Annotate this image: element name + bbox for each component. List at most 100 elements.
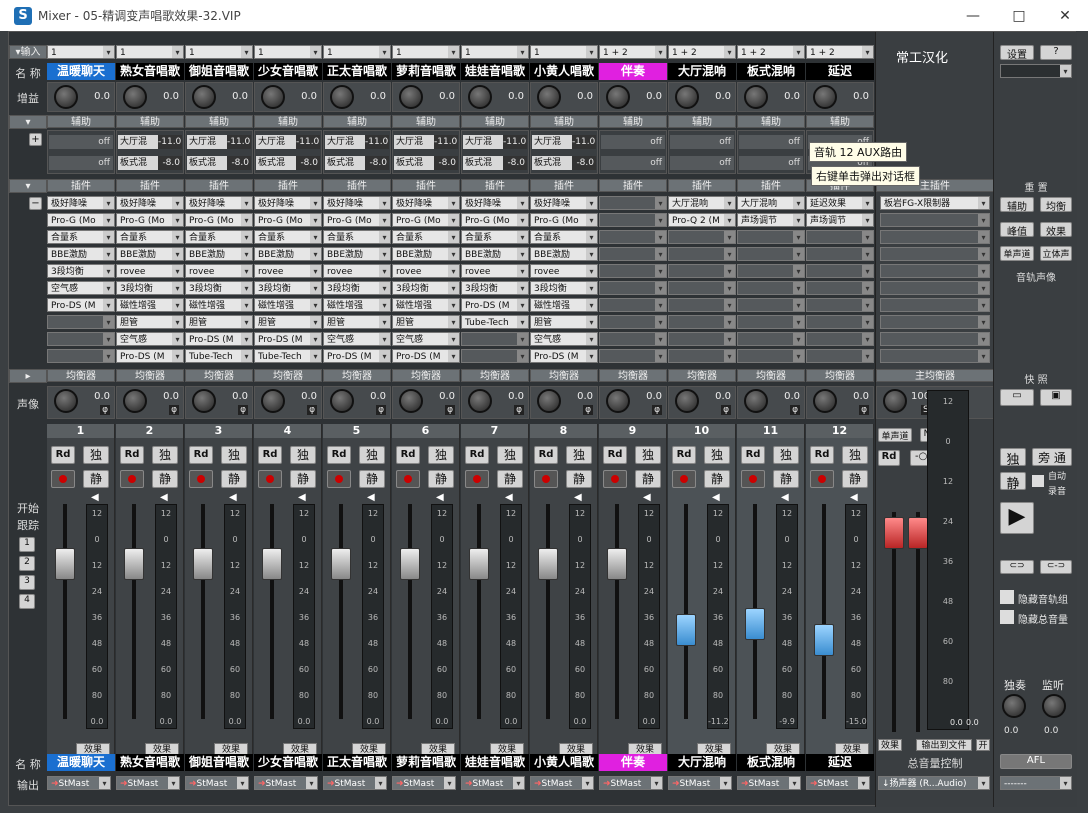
phase-icon[interactable]: φ	[721, 405, 731, 415]
output-select[interactable]: ➜StMast	[530, 776, 594, 790]
plugin-slot-9[interactable]: Pro-DS (M	[254, 332, 322, 346]
plugin-slot-2[interactable]: Pro-G (Mo	[116, 213, 184, 227]
input-select[interactable]: 1 + 2	[806, 45, 874, 59]
input-label[interactable]: ▾输入	[9, 45, 47, 59]
close-button[interactable]: ✕	[1042, 0, 1088, 31]
plugin-slot-6[interactable]	[668, 281, 736, 295]
output-select[interactable]: ➜StMast	[254, 776, 318, 790]
plugin-slot-5[interactable]: rovee	[323, 264, 391, 278]
plugin-slot-6[interactable]: 空气感	[47, 281, 115, 295]
record-arm-button[interactable]	[672, 470, 696, 488]
plugin-slot-2[interactable]: 声场调节	[806, 213, 874, 227]
plugin-slot-1[interactable]: 极好降噪	[392, 196, 460, 210]
follow-button-4[interactable]: 4	[19, 594, 35, 609]
gain-knob[interactable]	[468, 85, 492, 109]
input-select[interactable]: 1	[185, 45, 253, 59]
plugin-slot-5[interactable]	[668, 264, 736, 278]
plugin-slot-6[interactable]: 3段均衡	[323, 281, 391, 295]
plugin-slot-8[interactable]	[806, 315, 874, 329]
output-to-file-button[interactable]: 输出到文件	[916, 739, 972, 751]
plugin-slot-3[interactable]	[806, 230, 874, 244]
input-select[interactable]: 1	[254, 45, 322, 59]
plugin-slot-1[interactable]: 极好降噪	[47, 196, 115, 210]
pan-knob[interactable]	[192, 389, 216, 413]
plugin-slot-8[interactable]	[47, 315, 115, 329]
plugin-slot-4[interactable]	[806, 247, 874, 261]
solo-button[interactable]: 独	[704, 446, 730, 464]
solo-button[interactable]: 独	[152, 446, 178, 464]
mute-button[interactable]: 静	[221, 470, 247, 488]
output-select[interactable]: ➜StMast	[806, 776, 870, 790]
fader-cap[interactable]	[469, 548, 489, 580]
collapse-plugin-button[interactable]: −	[29, 197, 42, 210]
plugin-slot-5[interactable]	[599, 264, 667, 278]
pan-knob[interactable]	[123, 389, 147, 413]
fader-cap[interactable]	[331, 548, 351, 580]
aux-send-2[interactable]: off	[670, 153, 734, 173]
plugin-slot-10[interactable]: Pro-DS (M	[530, 349, 598, 363]
output-select[interactable]: ➜StMast	[461, 776, 525, 790]
plugin-slot-9[interactable]	[461, 332, 529, 346]
settings-button[interactable]: 设置	[1000, 45, 1034, 61]
pan-knob[interactable]	[54, 389, 78, 413]
mute-button[interactable]: 静	[290, 470, 316, 488]
solo-button[interactable]: 独	[290, 446, 316, 464]
rd-button[interactable]: Rd	[741, 446, 765, 464]
plugin-slot-8[interactable]: 胆管	[323, 315, 391, 329]
record-arm-button[interactable]	[327, 470, 351, 488]
plugin-slot-5[interactable]: rovee	[461, 264, 529, 278]
pan-knob[interactable]	[468, 389, 492, 413]
channel-name[interactable]: 少女音唱歌	[254, 63, 322, 80]
plugin-slot-9[interactable]: 空气感	[392, 332, 460, 346]
plugin-slot-8[interactable]	[737, 315, 805, 329]
gain-knob[interactable]	[744, 85, 768, 109]
monitor-knob[interactable]	[1042, 694, 1066, 718]
plugin-slot-5[interactable]: rovee	[185, 264, 253, 278]
plugin-slot-9[interactable]: 空气感	[323, 332, 391, 346]
plugin-slot-10[interactable]	[737, 349, 805, 363]
maximize-button[interactable]: □	[996, 0, 1042, 31]
output-select[interactable]: ➜StMast	[599, 776, 663, 790]
plugin-slot-10[interactable]: Tube-Tech	[254, 349, 322, 363]
solo-button[interactable]: 独	[221, 446, 247, 464]
plugin-slot-1[interactable]: 极好降噪	[116, 196, 184, 210]
peak-button[interactable]: 峰值	[1000, 222, 1034, 238]
plugin-slot-3[interactable]: 合量系	[185, 230, 253, 244]
solo-button[interactable]: 独	[566, 446, 592, 464]
fader-cap[interactable]	[400, 548, 420, 580]
mute-button[interactable]: 静	[83, 470, 109, 488]
aux-send-1[interactable]: off	[49, 132, 113, 152]
minimize-button[interactable]: —	[950, 0, 996, 31]
output-select[interactable]: ➜StMast	[47, 776, 111, 790]
record-arm-button[interactable]	[189, 470, 213, 488]
pan-knob[interactable]	[330, 389, 354, 413]
record-arm-button[interactable]	[258, 470, 282, 488]
mute-button[interactable]: 静	[842, 470, 868, 488]
plugin-slot-3[interactable]: 合量系	[254, 230, 322, 244]
phase-icon[interactable]: φ	[583, 405, 593, 415]
hide-master-checkbox[interactable]	[1000, 610, 1014, 624]
mute-button[interactable]: 静	[704, 470, 730, 488]
plugin-slot-1[interactable]: 极好降噪	[323, 196, 391, 210]
eq-header-label[interactable]: ▸	[9, 369, 47, 383]
hide-groups-checkbox[interactable]	[1000, 590, 1014, 604]
gain-knob[interactable]	[54, 85, 78, 109]
stereo-toggle-button[interactable]: 立体声	[1040, 246, 1072, 261]
phase-icon[interactable]: φ	[376, 405, 386, 415]
plugin-slot-7[interactable]	[599, 298, 667, 312]
pan-knob[interactable]	[744, 389, 768, 413]
plugin-slot-8[interactable]	[668, 315, 736, 329]
phase-icon[interactable]: φ	[652, 405, 662, 415]
plugin-slot-2[interactable]: Pro-G (Mo	[530, 213, 598, 227]
master-plugin-slot-4[interactable]	[880, 247, 990, 261]
channel-name[interactable]: 熟女音唱歌	[116, 63, 184, 80]
input-select[interactable]: 1	[461, 45, 529, 59]
input-select[interactable]: 1	[530, 45, 598, 59]
aux-send-1[interactable]: 大厅混 -11.0	[532, 132, 596, 152]
plugin-slot-9[interactable]	[47, 332, 115, 346]
plugin-slot-6[interactable]	[599, 281, 667, 295]
plugin-slot-5[interactable]: 3段均衡	[47, 264, 115, 278]
gain-knob[interactable]	[330, 85, 354, 109]
gain-knob[interactable]	[813, 85, 837, 109]
snapshot-save-button[interactable]: ▣	[1040, 389, 1072, 406]
